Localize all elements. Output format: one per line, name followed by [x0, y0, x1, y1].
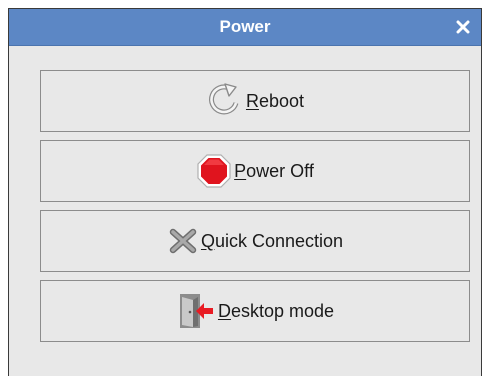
desktop-mode-label: Desktop mode	[217, 300, 335, 321]
quick-connection-button[interactable]: Quick Connection	[40, 210, 470, 272]
desktop-mode-button[interactable]: Desktop mode	[40, 280, 470, 342]
close-button[interactable]	[451, 15, 475, 39]
stop-sign-icon	[196, 153, 232, 189]
dialog-title: Power	[219, 17, 271, 36]
reboot-icon	[206, 83, 244, 119]
power-off-label: Power Off	[234, 160, 314, 181]
title-bar: Power	[9, 9, 481, 46]
x-mark-icon	[167, 226, 199, 256]
reboot-button[interactable]: Reboot	[40, 70, 470, 132]
door-exit-icon	[176, 292, 216, 330]
quick-connection-label: Quick Connection	[200, 230, 344, 251]
power-dialog: Power Reboot Power Off Quick Connection …	[8, 8, 482, 376]
power-off-button[interactable]: Power Off	[40, 140, 470, 202]
reboot-label: Reboot	[245, 90, 305, 111]
close-icon	[456, 20, 470, 34]
